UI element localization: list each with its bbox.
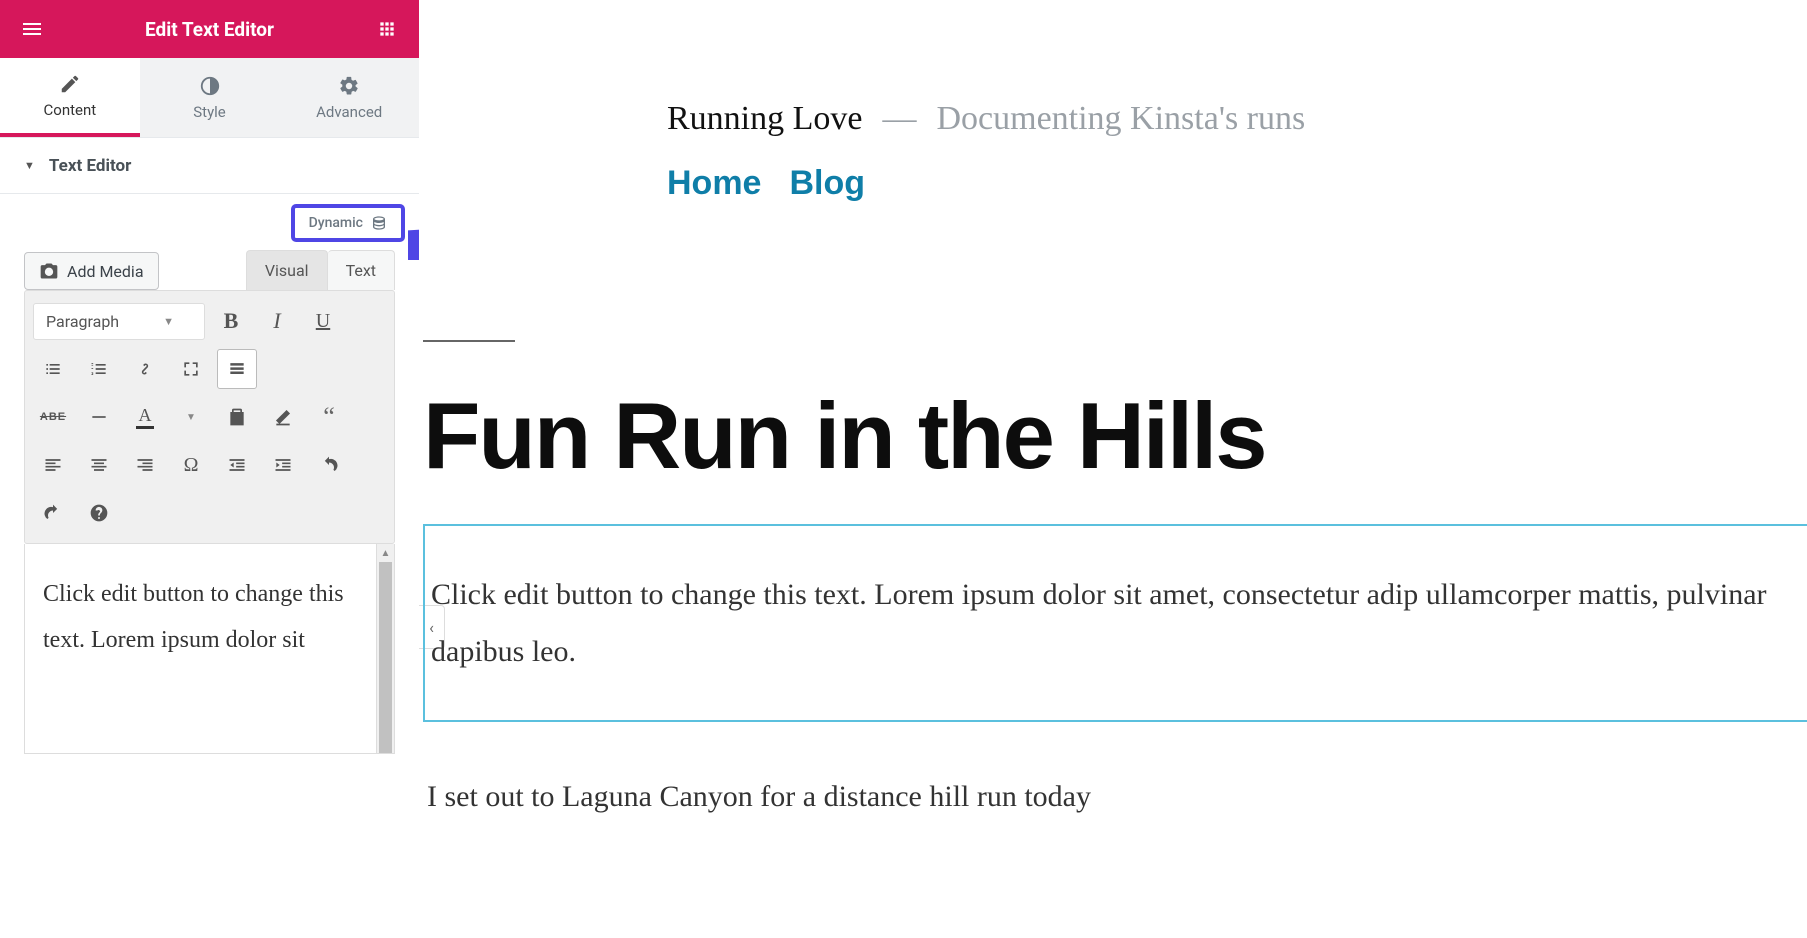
special-char-button[interactable]: Ω [171, 445, 211, 485]
sidebar-header: Edit Text Editor [0, 0, 419, 58]
link-button[interactable] [125, 349, 165, 389]
dynamic-label: Dynamic [309, 215, 363, 231]
preview-pane: ‹ Running Love — Documenting Kinsta's ru… [419, 0, 1807, 938]
site-header: Running Love — Documenting Kinsta's runs… [419, 0, 1807, 203]
menu-icon[interactable] [18, 15, 46, 43]
selected-text-widget[interactable]: Click edit button to change this text. L… [423, 524, 1807, 722]
scroll-up-icon: ▲ [377, 544, 394, 562]
database-icon [371, 215, 387, 231]
caret-down-icon: ▼ [24, 159, 35, 172]
help-button[interactable] [79, 493, 119, 533]
editor-area: Click edit button to change this text. L… [24, 544, 395, 754]
tab-content-label: Content [44, 101, 97, 119]
article: Fun Run in the Hills Click edit button t… [419, 340, 1807, 814]
format-select[interactable]: Paragraph ▼ [33, 303, 205, 340]
site-nav: Home Blog [667, 164, 1807, 203]
bold-button[interactable]: B [211, 301, 251, 341]
blockquote-button[interactable]: “ [309, 397, 349, 437]
nav-blog[interactable]: Blog [789, 164, 865, 203]
strikethrough-button[interactable]: ABE [33, 397, 73, 437]
panel-title: Edit Text Editor [46, 18, 373, 41]
media-row: Add Media Visual Text [0, 246, 419, 290]
apps-icon[interactable] [373, 15, 401, 43]
dynamic-row: Dynamic [0, 194, 419, 246]
tab-content[interactable]: Content [0, 58, 140, 137]
tab-advanced[interactable]: Advanced [279, 58, 419, 137]
site-title: Running Love [667, 100, 862, 138]
wysiwyg-toolbar: Paragraph ▼ B I U ABE A ▼ “ Ω [24, 290, 395, 544]
tab-advanced-label: Advanced [316, 103, 382, 121]
text-color-button[interactable]: A [125, 397, 165, 437]
align-left-button[interactable] [33, 445, 73, 485]
add-media-label: Add Media [67, 262, 144, 281]
editor-textarea[interactable]: Click edit button to change this text. L… [24, 544, 377, 754]
redo-button[interactable] [33, 493, 73, 533]
section-label: Text Editor [49, 156, 131, 176]
dynamic-button[interactable]: Dynamic [291, 204, 405, 242]
title-dash: — [882, 100, 916, 138]
align-right-button[interactable] [125, 445, 165, 485]
bullet-list-button[interactable] [33, 349, 73, 389]
tab-text[interactable]: Text [328, 250, 395, 290]
chevron-down-icon: ▼ [163, 315, 174, 328]
toolbar-toggle-button[interactable] [217, 349, 257, 389]
post-title: Fun Run in the Hills [423, 382, 1807, 490]
site-tagline: Documenting Kinsta's runs [936, 100, 1305, 138]
clear-formatting-button[interactable] [263, 397, 303, 437]
camera-icon [39, 261, 59, 281]
paste-text-button[interactable] [217, 397, 257, 437]
text-color-dropdown[interactable]: ▼ [171, 397, 211, 437]
add-media-button[interactable]: Add Media [24, 252, 159, 290]
fullscreen-button[interactable] [171, 349, 211, 389]
number-list-button[interactable] [79, 349, 119, 389]
tab-visual[interactable]: Visual [246, 250, 328, 290]
section-text-editor[interactable]: ▼ Text Editor [0, 138, 419, 194]
post-paragraph: I set out to Laguna Canyon for a distanc… [427, 780, 1807, 814]
underline-button[interactable]: U [303, 301, 343, 341]
editor-sidebar: Edit Text Editor Content Style Advanced … [0, 0, 419, 938]
horizontal-rule-button[interactable] [79, 397, 119, 437]
tab-style-label: Style [193, 103, 226, 121]
align-center-button[interactable] [79, 445, 119, 485]
nav-home[interactable]: Home [667, 164, 761, 203]
editor-mode-tabs: Visual Text [246, 250, 395, 290]
italic-button[interactable]: I [257, 301, 297, 341]
panel-tabs: Content Style Advanced [0, 58, 419, 138]
divider [423, 340, 515, 342]
format-select-label: Paragraph [46, 312, 119, 331]
editor-scrollbar[interactable]: ▲ [377, 544, 395, 754]
tab-style[interactable]: Style [140, 58, 280, 137]
indent-button[interactable] [263, 445, 303, 485]
scroll-thumb[interactable] [379, 562, 392, 753]
undo-button[interactable] [309, 445, 349, 485]
outdent-button[interactable] [217, 445, 257, 485]
